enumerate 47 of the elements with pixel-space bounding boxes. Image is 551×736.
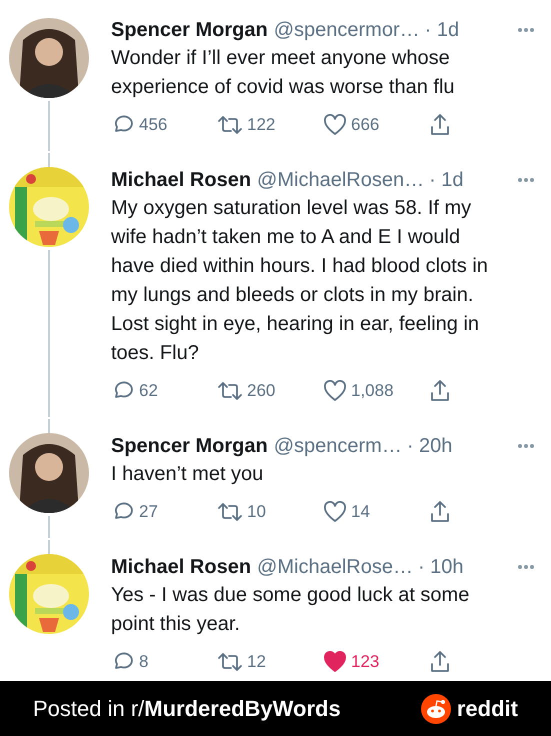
share-icon[interactable] [429,379,451,403]
action-count: 8 [139,651,148,674]
brand-name: reddit [456,695,518,723]
tweet-time: · 1d [429,168,464,193]
tweet-time: · 1d [424,18,460,43]
heart-icon[interactable] [323,501,347,523]
banner-text: Posted in r/MurderedByWords [33,695,341,723]
action-count: 27 [139,501,158,524]
more-icon[interactable] [517,177,535,183]
user-name[interactable]: Michael Rosen [111,167,252,193]
action-count: 62 [139,380,158,402]
heart-icon[interactable] [323,380,347,402]
action-count: 122 [247,114,276,136]
action-count: 260 [247,380,276,402]
tweet-text: Yes - I was due some good luck at some point this year. [111,583,470,637]
more-icon[interactable] [517,27,535,33]
action-count: 456 [139,114,168,136]
retweet-icon[interactable] [217,114,243,136]
retweet-icon[interactable] [217,380,243,402]
share-icon[interactable] [429,113,451,137]
user-name[interactable]: Spencer Morgan [111,433,268,459]
more-icon[interactable] [517,443,535,449]
user-handle[interactable]: @MichaelRose… [257,554,413,580]
action-count: 123 [351,651,380,674]
heart-icon[interactable] [323,651,347,673]
tweet-text: My oxygen saturation level was 58. If my wife hadn’t taken me to A and E I would have died within hours. I had blood clots in my lungs and bleeds or clots in my brain. Lost sight in eye, hearing in ear, feeling in toes. Flu? [111,196,489,366]
share-icon[interactable] [429,650,451,674]
tweet-text: I haven’t met you [111,462,264,487]
retweet-icon[interactable] [217,651,243,673]
retweet-icon[interactable] [217,501,243,523]
user-name[interactable]: Spencer Morgan [111,17,268,43]
tweet-time: · 20h [406,434,452,459]
action-count: 10 [247,501,266,524]
alien-logo-icon [420,694,451,724]
tweet-text: Wonder if I’ll ever meet anyone whose experience of covid was worse than flu [111,46,456,100]
action-count: 12 [247,651,266,674]
action-count: 666 [351,114,380,136]
share-icon[interactable] [429,500,451,524]
user-handle[interactable]: @spencermor… [274,17,420,43]
user-name[interactable]: Michael Rosen [111,554,252,580]
more-icon[interactable] [517,564,535,570]
tweet-time: · 10h [418,555,464,580]
user-handle[interactable]: @MichaelRosen… [257,167,424,193]
action-count: 1,088 [351,380,394,402]
action-count: 14 [351,501,370,524]
user-handle[interactable]: @spencerm… [274,433,402,459]
heart-icon[interactable] [323,114,347,136]
